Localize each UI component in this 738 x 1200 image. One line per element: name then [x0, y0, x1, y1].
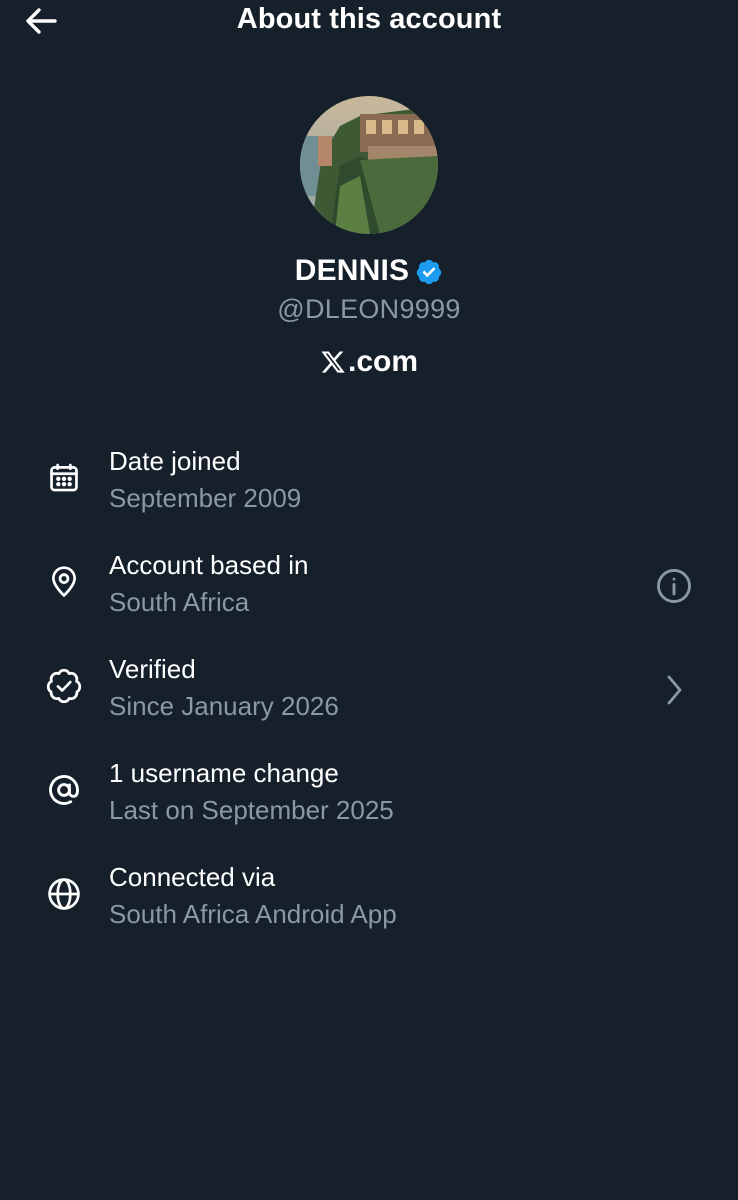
row-text: Verified Since January 2026 — [109, 652, 339, 723]
display-name: DENNIS — [294, 254, 410, 287]
row-text: Account based in South Africa — [109, 548, 308, 619]
name-row: DENNIS — [0, 254, 738, 288]
row-text: Date joined September 2009 — [109, 444, 301, 515]
at-sign-icon — [44, 770, 84, 810]
row-subtitle: Since January 2026 — [109, 691, 339, 721]
globe-icon — [44, 874, 84, 914]
info-row-username-change: 1 username change Last on September 2025 — [0, 752, 738, 856]
row-title: Verified — [109, 654, 196, 684]
info-row-connected-via: Connected via South Africa Android App — [0, 856, 738, 960]
row-text: Connected via South Africa Android App — [109, 860, 397, 931]
row-subtitle: South Africa Android App — [109, 899, 397, 929]
row-subtitle: September 2009 — [109, 483, 302, 513]
row-text: 1 username change Last on September 2025 — [109, 756, 394, 827]
info-row-account-based-in: Account based in South Africa — [0, 544, 738, 648]
row-title: 1 username change — [109, 758, 339, 788]
info-row-date-joined: Date joined September 2009 — [0, 440, 738, 544]
calendar-icon — [44, 458, 84, 498]
row-title: Account based in — [109, 550, 309, 580]
row-title: Date joined — [109, 446, 241, 476]
row-subtitle: Last on September 2025 — [109, 795, 394, 825]
location-pin-icon — [44, 562, 84, 602]
site-link[interactable]: .com — [0, 345, 738, 379]
top-bar: About this account — [0, 0, 738, 44]
x-logo-icon — [320, 349, 346, 375]
handle: @DLEON9999 — [277, 294, 461, 324]
verified-check-icon — [44, 666, 84, 706]
chevron-right-icon[interactable] — [654, 670, 694, 710]
page-title: About this account — [236, 3, 502, 35]
info-circle-icon[interactable] — [654, 566, 694, 606]
verified-badge-icon[interactable] — [415, 258, 443, 286]
site-text: .com — [347, 345, 419, 378]
row-title: Connected via — [109, 862, 276, 892]
row-subtitle: South Africa — [109, 587, 250, 617]
avatar[interactable] — [300, 96, 438, 234]
info-row-verified[interactable]: Verified Since January 2026 — [0, 648, 738, 752]
account-info-list: Date joined September 2009 Account based… — [0, 440, 738, 960]
